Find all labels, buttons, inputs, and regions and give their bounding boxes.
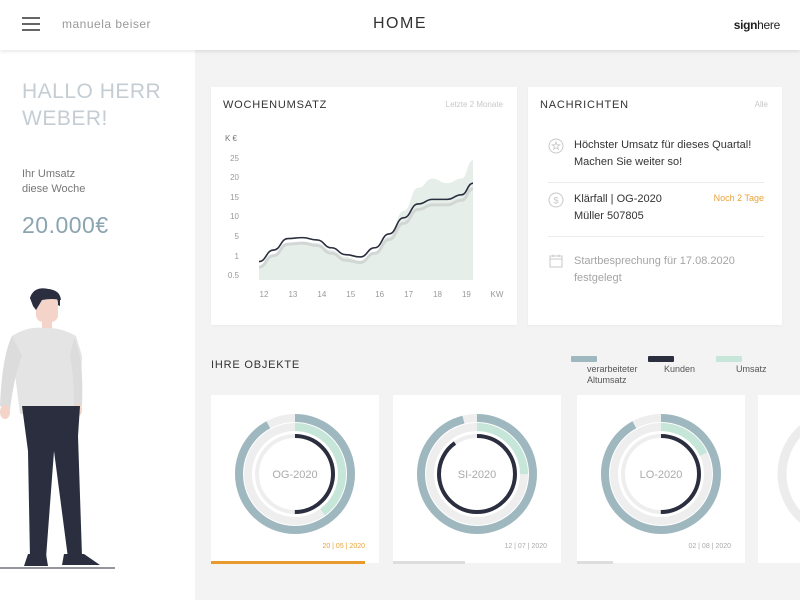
greeting-line-2: WEBER! <box>22 107 108 130</box>
object-progress-bar <box>211 561 365 564</box>
object-ring-chart: SI-2020 <box>417 414 537 534</box>
area-series <box>259 160 473 280</box>
objects-title: IHRE OBJEKTE <box>211 359 301 371</box>
legend-label-line-2: Altumsatz <box>587 375 627 385</box>
y-tick-label: 20 <box>230 173 239 182</box>
deadline-badge: Noch 2 Tage <box>713 193 764 203</box>
dollar-icon: $ <box>548 192 564 208</box>
calendar-icon <box>549 254 563 268</box>
object-progress-bar <box>577 561 613 564</box>
object-ring-chart: OG-2020 <box>235 414 355 534</box>
divider <box>548 236 764 237</box>
message-line-1: Startbesprechung für 17.08.2020 <box>574 255 735 267</box>
y-tick-label: 0.5 <box>228 271 240 280</box>
message-line-2: Müller 507805 <box>574 210 644 222</box>
greeting: HALLO HERR WEBER! <box>22 78 192 132</box>
app-logo[interactable]: signhere <box>733 18 781 32</box>
x-tick-label: 19 <box>462 290 471 299</box>
greeting-line-1: HALLO HERR <box>22 80 162 103</box>
x-tick-label: 14 <box>317 290 326 299</box>
messages-card: NACHRICHTEN Alle Höchster Umsatz für die… <box>528 87 782 325</box>
legend-label: Kunden <box>664 364 696 374</box>
object-card-lo-2020[interactable]: LO-2020 02 | 08 | 2020 <box>577 395 745 563</box>
x-tick-label: 13 <box>288 290 297 299</box>
y-tick-label: 5 <box>235 232 240 241</box>
legend-item-customers: Kunden <box>648 356 695 375</box>
legend-swatch <box>571 356 597 362</box>
person-illustration <box>0 288 115 569</box>
object-name: SI-2020 <box>458 469 497 481</box>
y-unit-label: K € <box>225 134 238 143</box>
legend-swatch <box>716 356 742 362</box>
x-tick-label: 16 <box>375 290 384 299</box>
object-progress-bar <box>393 561 465 564</box>
message-line-1: Klärfall | OG-2020 <box>574 193 662 205</box>
legend-label: Umsatz <box>736 364 767 374</box>
all-messages-link[interactable]: Alle <box>755 100 768 109</box>
page-title: HOME <box>373 15 427 32</box>
message-text: Startbesprechung für 17.08.2020 festgele… <box>574 253 735 287</box>
legend-item-old-revenue: verarbeiteter Altumsatz <box>571 356 638 386</box>
y-tick-label: 10 <box>230 212 239 221</box>
weekly-revenue-card: WOCHENUMSATZ Letzte 2 Monate K €25 20 15 10… <box>211 87 517 325</box>
x-tick-label: 12 <box>260 290 269 299</box>
object-ring-chart: LO-2020 <box>601 414 721 534</box>
object-name: LO-2020 <box>640 469 683 481</box>
y-tick-label: 15 <box>230 193 239 202</box>
revenue-label: Ihr Umsatz diese Woche <box>22 167 85 197</box>
y-tick-label: 1 <box>235 252 240 261</box>
object-card-og-2020[interactable]: OG-2020 20 | 05 | 2020 <box>211 395 379 563</box>
message-text: Höchster Umsatz für dieses Quartal! Mach… <box>574 137 751 171</box>
object-date: 12 | 07 | 2020 <box>504 543 547 550</box>
legend-item-revenue: Umsatz <box>716 356 767 375</box>
logo-rest: here <box>757 18 780 32</box>
messages-title: NACHRICHTEN <box>540 99 629 111</box>
logo-bold: sign <box>733 18 758 32</box>
revenue-label-line-2: diese Woche <box>22 183 86 195</box>
message-line-2: festgelegt <box>574 272 622 284</box>
legend-swatch <box>648 356 674 362</box>
legend-label-line-1: verarbeiteter <box>587 364 638 374</box>
message-text: Klärfall | OG-2020 Müller 507805 <box>574 191 662 225</box>
object-card-partial[interactable] <box>758 395 800 563</box>
object-name: OG-2020 <box>272 469 317 481</box>
x-unit-label: KW <box>491 290 504 299</box>
y-tick-label: 25 <box>230 154 239 163</box>
divider <box>548 182 764 183</box>
welcome-panel: HALLO HERR WEBER! Ihr Umsatz diese Woche… <box>0 50 195 600</box>
object-ring-chart <box>777 425 800 523</box>
revenue-value: 20.000€ <box>22 212 109 238</box>
x-tick-label: 18 <box>433 290 442 299</box>
svg-text:$: $ <box>553 196 558 206</box>
object-date: 20 | 05 | 2020 <box>322 543 365 550</box>
x-tick-label: 17 <box>404 290 413 299</box>
object-card-si-2020[interactable]: SI-2020 12 | 07 | 2020 <box>393 395 561 563</box>
object-date: 02 | 08 | 2020 <box>688 543 731 550</box>
revenue-label-line-1: Ihr Umsatz <box>22 168 76 180</box>
weekly-revenue-chart: K € 25 20 15 10 5 1 0.5 12 13 14 15 16 17 18 19 KW <box>225 134 504 299</box>
message-line-2: Machen Sie weiter so! <box>574 156 683 168</box>
top-bar: manuela beiser HOME signhere <box>0 0 800 50</box>
message-line-1: Höchster Umsatz für dieses Quartal! <box>574 139 752 151</box>
x-tick-label: 15 <box>346 290 355 299</box>
star-icon <box>548 138 564 154</box>
